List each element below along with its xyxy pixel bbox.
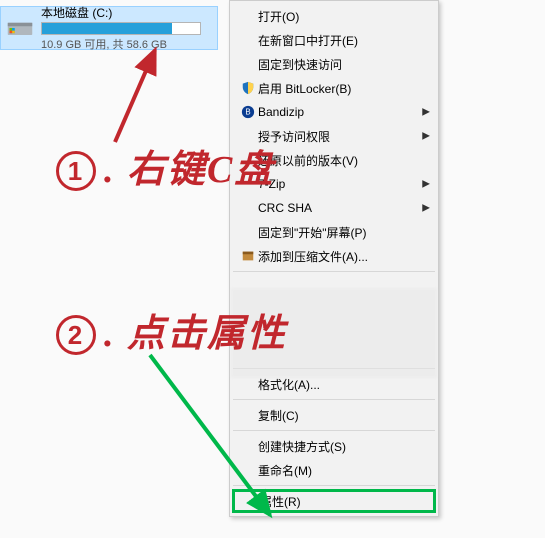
drive-usage-bar — [41, 22, 201, 35]
menu-bitlocker-label: 启用 BitLocker(B) — [258, 80, 418, 97]
menu-properties-label: 属性(R) — [260, 493, 416, 510]
chevron-right-icon: ▶ — [422, 203, 430, 214]
menu-bitlocker[interactable]: 启用 BitLocker(B) — [232, 76, 436, 100]
menu-rename-label: 重命名(M) — [258, 462, 418, 479]
menu-separator — [233, 485, 435, 486]
drive-body: 本地磁盘 (C:) 10.9 GB 可用, 共 58.6 GB — [41, 4, 213, 52]
menu-open-label: 打开(O) — [258, 8, 418, 25]
menu-pin-start-label: 固定到"开始"屏幕(P) — [258, 224, 418, 241]
menu-open-new-window-label: 在新窗口中打开(E) — [258, 32, 418, 49]
menu-separator — [233, 399, 435, 400]
menu-copy-label: 复制(C) — [258, 407, 418, 424]
chevron-right-icon: ▶ — [422, 131, 430, 142]
menu-pin-quick-access-label: 固定到快速访问 — [258, 56, 418, 73]
annotation-step-1-number: 1 — [56, 151, 96, 191]
menu-add-archive[interactable]: 添加到压缩文件(A)... — [232, 244, 436, 268]
menu-grant-access-label: 授予访问权限 — [258, 128, 418, 145]
menu-separator — [233, 430, 435, 431]
annotation-step-2: 2. 点击属性 — [56, 302, 287, 357]
menu-pin-start[interactable]: 固定到"开始"屏幕(P) — [232, 220, 436, 244]
menu-restore-prev-label: 还原以前的版本(V) — [258, 152, 418, 169]
shield-icon — [238, 81, 258, 95]
menu-format-label: 格式化(A)... — [258, 376, 418, 393]
menu-bandizip-label: Bandizip — [258, 105, 418, 119]
menu-bandizip[interactable]: B Bandizip ▶ — [232, 100, 436, 124]
archive-icon — [238, 249, 258, 263]
menu-copy[interactable]: 复制(C) — [232, 403, 436, 427]
annotation-arrow-1 — [100, 42, 210, 152]
context-menu: 打开(O) 在新窗口中打开(E) 固定到快速访问 启用 BitLocker(B)… — [229, 0, 439, 517]
menu-open-new-window[interactable]: 在新窗口中打开(E) — [232, 28, 436, 52]
drive-icon — [5, 11, 35, 45]
drive-name: 本地磁盘 (C:) — [41, 4, 213, 21]
menu-7zip-label: 7-Zip — [258, 177, 418, 191]
menu-add-archive-label: 添加到压缩文件(A)... — [258, 248, 418, 265]
svg-text:B: B — [245, 108, 250, 117]
annotation-step-1: 1. 右键C盘 — [56, 138, 274, 193]
chevron-right-icon: ▶ — [422, 179, 430, 190]
menu-create-shortcut[interactable]: 创建快捷方式(S) — [232, 434, 436, 458]
chevron-right-icon: ▶ — [422, 107, 430, 118]
menu-open[interactable]: 打开(O) — [232, 4, 436, 28]
menu-crc-sha[interactable]: CRC SHA ▶ — [232, 196, 436, 220]
menu-rename[interactable]: 重命名(M) — [232, 458, 436, 482]
annotation-step-2-number: 2 — [56, 315, 96, 355]
menu-properties[interactable]: 属性(R) — [232, 489, 436, 513]
menu-pin-quick-access[interactable]: 固定到快速访问 — [232, 52, 436, 76]
annotation-step-2-text: . 点击属性 — [104, 313, 287, 355]
menu-crc-sha-label: CRC SHA — [258, 201, 418, 215]
menu-create-shortcut-label: 创建快捷方式(S) — [258, 438, 418, 455]
annotation-step-1-text: . 右键C盘 — [104, 149, 274, 191]
bandizip-icon: B — [238, 105, 258, 119]
drive-c-item[interactable]: 本地磁盘 (C:) 10.9 GB 可用, 共 58.6 GB — [0, 6, 218, 50]
drive-subtitle: 10.9 GB 可用, 共 58.6 GB — [41, 36, 213, 52]
menu-separator — [233, 271, 435, 272]
drive-usage-fill — [42, 23, 172, 34]
